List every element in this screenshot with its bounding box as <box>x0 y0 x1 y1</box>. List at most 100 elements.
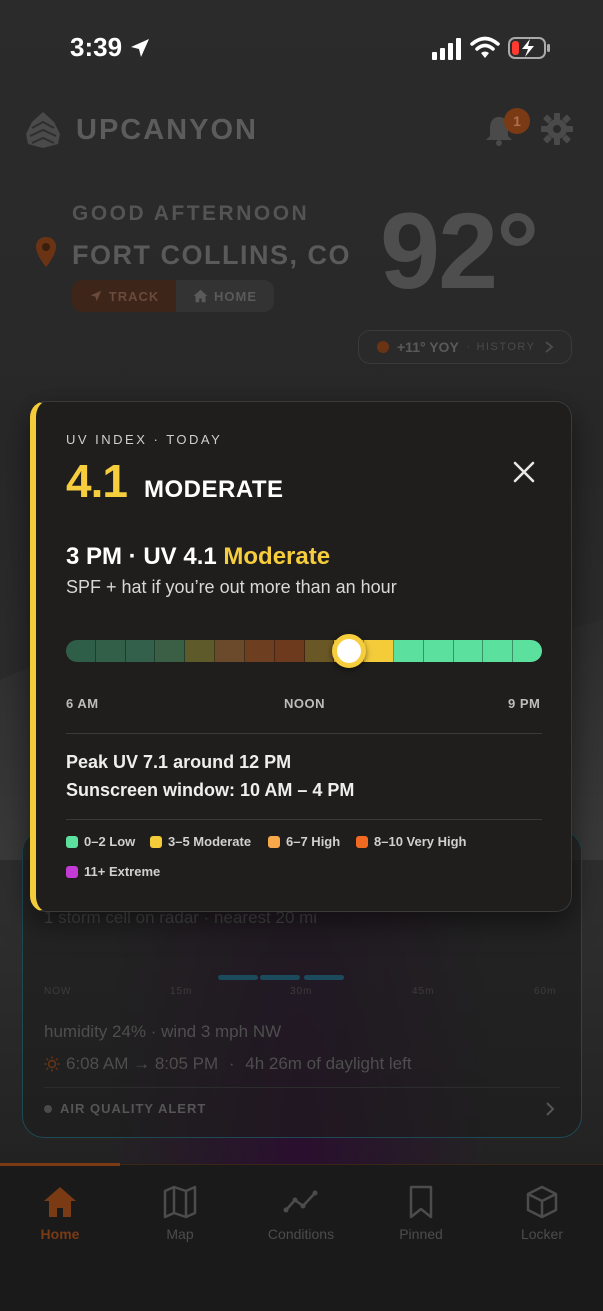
legend-swatch <box>150 835 162 848</box>
navigation-arrow-icon <box>90 290 101 302</box>
legend-item-extreme: 11+ Extreme <box>66 864 160 879</box>
selected-hour-uv: 3 PM · UV 4.1 <box>66 543 217 570</box>
axis-mid-label: NOON <box>284 696 325 711</box>
tab-label: Locker <box>520 1226 564 1242</box>
legend-item-low: 0–2 Low <box>66 834 135 849</box>
bookmark-icon <box>409 1185 433 1219</box>
uv-hour-segment[interactable] <box>155 640 186 662</box>
app-header: UPCANYON 1 <box>22 108 582 152</box>
uv-value: 4.1 <box>66 455 128 507</box>
tab-label: Map <box>166 1226 194 1242</box>
legend-label: 6–7 High <box>286 834 341 849</box>
uv-hour-segment[interactable] <box>423 640 454 662</box>
tab-label: Pinned <box>399 1226 443 1242</box>
uv-hourly-bar[interactable] <box>66 640 542 662</box>
legend-swatch <box>268 835 280 848</box>
gear-icon[interactable] <box>540 112 574 146</box>
notification-badge: 1 <box>504 108 530 134</box>
alert-dot <box>44 1104 52 1113</box>
uv-hour-segment[interactable] <box>393 640 424 662</box>
track-mode-button[interactable]: TRACK <box>72 280 176 312</box>
axis-start-label: 6 AM <box>66 696 99 711</box>
separator-dot: · <box>224 1054 240 1073</box>
uv-advice: SPF + hat if you’re out more than an hou… <box>66 577 397 597</box>
tab-pinned[interactable]: Pinned <box>361 1184 481 1244</box>
uv-slider-thumb[interactable] <box>332 634 366 668</box>
air-quality-alert-row[interactable]: AIR QUALITY ALERT <box>44 1101 206 1116</box>
close-icon[interactable] <box>512 460 536 484</box>
box-icon <box>526 1185 558 1219</box>
legend-label: 3–5 Moderate <box>168 834 252 849</box>
yoy-history-pill[interactable]: +11° YOY · HISTORY <box>358 330 572 364</box>
uv-hour-segment[interactable] <box>274 640 305 662</box>
air-quality-label: AIR QUALITY ALERT <box>60 1101 207 1116</box>
tab-label: Home <box>40 1226 80 1242</box>
uv-hour-segment[interactable] <box>215 640 245 662</box>
sun-icon <box>44 1056 60 1072</box>
mode-toggle: TRACK HOME <box>72 280 274 312</box>
timeline-tick: 15m <box>170 986 193 997</box>
divider <box>66 733 542 734</box>
greeting-text: GOOD AFTERNOON <box>72 202 310 225</box>
uv-hour-segment[interactable] <box>66 640 96 662</box>
home-mode-button[interactable]: HOME <box>176 280 274 312</box>
uv-hour-segment[interactable] <box>483 640 514 662</box>
legend-swatch <box>356 835 368 848</box>
home-mode-label: HOME <box>214 288 257 304</box>
uv-hour-segment[interactable] <box>185 640 216 662</box>
house-icon <box>193 289 208 303</box>
tab-label: Conditions <box>267 1226 335 1242</box>
location-pin-icon <box>36 237 56 267</box>
home-icon <box>44 1187 76 1217</box>
pinecone-logo-icon <box>26 112 60 148</box>
track-mode-label: TRACK <box>108 288 160 304</box>
timeline-tick: 30m <box>290 986 313 997</box>
uv-level: MODERATE <box>144 476 284 503</box>
uv-hour-segment[interactable] <box>453 640 484 662</box>
tab-conditions[interactable]: Conditions <box>241 1184 361 1244</box>
uv-overline: UV INDEX · TODAY <box>66 432 223 447</box>
timeline-tick: 45m <box>412 986 435 997</box>
uv-hour-segment[interactable] <box>364 640 394 662</box>
legend-label: 8–10 Very High <box>374 834 467 849</box>
precip-bar-3 <box>304 975 344 980</box>
divider <box>66 819 542 820</box>
uv-peak-info: Peak UV 7.1 around 12 PM Sunscreen windo… <box>66 748 354 804</box>
legend-swatch <box>66 865 78 878</box>
uv-index-popup: UV INDEX · TODAY 4.1 MODERATE 3 PM · UV … <box>30 401 572 912</box>
humidity-wind: humidity 24% · wind 3 mph NW <box>44 1022 282 1041</box>
selected-hour-level: Moderate <box>223 543 331 570</box>
uv-hour-segment[interactable] <box>513 640 542 662</box>
sun-times-row: 6:08 AM → 8:05 PM · 4h 26m of daylight l… <box>44 1054 412 1074</box>
current-temperature: 92° <box>380 190 539 311</box>
yoy-dot <box>377 341 389 353</box>
uv-hour-segment[interactable] <box>125 640 156 662</box>
daylight-left: 4h 26m of daylight left <box>245 1054 412 1073</box>
location-name: FORT COLLINS, CO <box>72 240 351 270</box>
chevron-right-icon[interactable] <box>544 1100 556 1118</box>
map-icon <box>163 1185 197 1219</box>
peak-uv-line: Peak UV 7.1 around 12 PM <box>66 752 292 772</box>
legend-label: 0–2 Low <box>84 834 136 849</box>
legend-swatch <box>66 835 78 848</box>
uv-hour-segment[interactable] <box>95 640 126 662</box>
tab-home[interactable]: Home <box>0 1184 120 1244</box>
active-tab-indicator <box>0 1163 120 1166</box>
yoy-value: +11° YOY <box>397 339 459 355</box>
history-link: · HISTORY <box>466 341 536 353</box>
axis-end-label: 9 PM <box>508 696 541 711</box>
precip-bar-2 <box>260 975 300 980</box>
divider <box>44 1087 560 1088</box>
tab-map[interactable]: Map <box>120 1184 240 1244</box>
tab-locker[interactable]: Locker <box>482 1184 602 1244</box>
timeline-tick: NOW <box>44 986 72 997</box>
chevron-right-icon <box>544 341 554 353</box>
conditions-icon <box>283 1190 318 1213</box>
legend-item-very-high: 8–10 Very High <box>356 834 467 849</box>
selected-hour-line: 3 PM · UV 4.1 Moderate <box>66 543 330 571</box>
uv-hour-segment[interactable] <box>244 640 275 662</box>
sunrise-sunset: 6:08 AM → 8:05 PM <box>66 1054 219 1073</box>
uv-hour-segment[interactable] <box>304 640 335 662</box>
legend-label: 11+ Extreme <box>84 864 161 879</box>
app-name: UPCANYON <box>76 114 258 146</box>
